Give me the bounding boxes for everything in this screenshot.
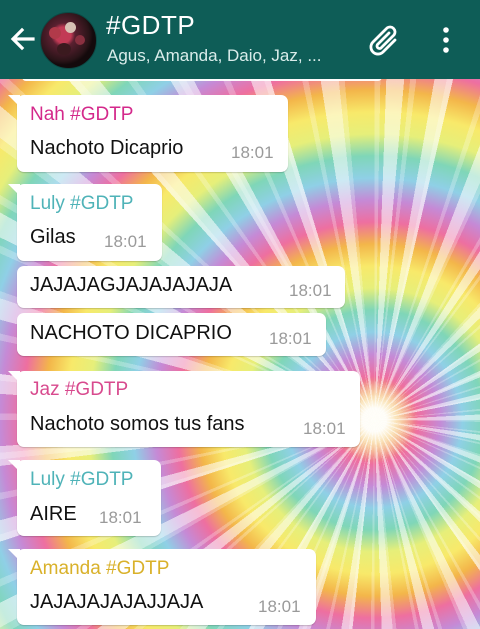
group-avatar[interactable] [40,12,97,69]
more-vertical-icon [443,27,449,53]
arrow-left-icon [10,27,35,51]
chat-title[interactable]: #GDTP [106,10,195,41]
message-time: 18:01 [258,597,301,616]
message-sender: Luly #GDTP [30,469,134,490]
message-time: 18:01 [303,419,346,438]
message-text: JAJAJAGJAJAJAJAJA [30,274,233,296]
message-sender: Nah #GDTP [30,104,134,125]
attach-button[interactable] [366,22,406,58]
menu-button[interactable] [436,22,456,58]
message-bubble[interactable]: Nah #GDTP Nachoto Dicaprio 18:01 [8,95,288,172]
message-sender: Amanda #GDTP [30,558,170,579]
message-text: JAJAJAJAJAJJAJA [30,591,204,613]
paperclip-icon [369,25,397,56]
message-time: 18:01 [99,508,142,527]
message-time: 18:01 [289,281,332,300]
chat-header: #GDTP Agus, Amanda, Daio, Jaz, ... [0,0,480,79]
message-text: AIRE [30,503,77,525]
message-bubble[interactable]: Luly #GDTP Gilas 18:01 [8,184,162,261]
message-bubble[interactable]: Luly #GDTP AIRE 18:01 [8,460,161,536]
message-bubble[interactable]: Jaz #GDTP Nachoto somos tus fans 18:01 [8,371,360,447]
message-bubble[interactable]: NACHOTO DICAPRIO 18:01 [17,313,326,356]
message-text: Nachoto somos tus fans [30,413,245,435]
message-text: Nachoto Dicaprio [30,137,184,159]
message-time: 18:01 [269,329,312,348]
message-sender: Luly #GDTP [30,193,134,214]
message-bubble[interactable]: Amanda #GDTP JAJAJAJAJAJJAJA 18:01 [8,549,316,625]
message-time: 18:01 [231,143,274,162]
back-button[interactable] [6,22,40,56]
message-sender: Jaz #GDTP [30,379,129,400]
message-time: 18:01 [104,232,147,251]
message-bubble[interactable]: JAJAJAGJAJAJAJAJA 18:01 [17,266,345,308]
chat-members[interactable]: Agus, Amanda, Daio, Jaz, ... [107,46,322,66]
message-text: Gilas [30,226,76,248]
message-text: NACHOTO DICAPRIO [30,322,232,344]
